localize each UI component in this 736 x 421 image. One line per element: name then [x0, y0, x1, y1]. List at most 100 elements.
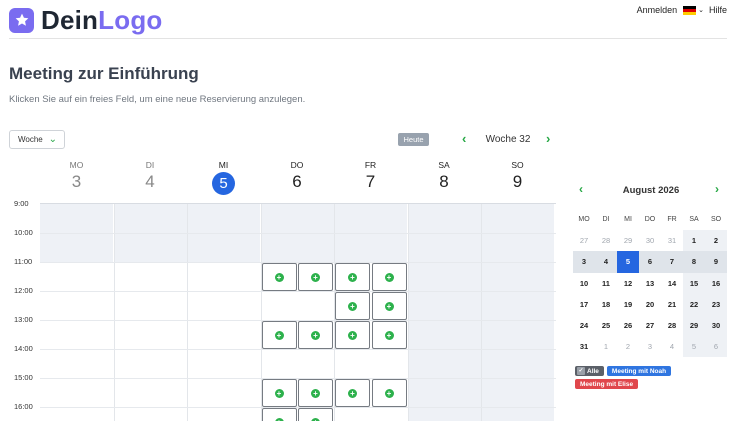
mini-calendar-day[interactable]: 22	[683, 293, 705, 315]
mini-calendar-week: 10 11 12 13 14 15 16	[573, 272, 729, 294]
next-month-button[interactable]: ›	[715, 182, 719, 196]
view-select[interactable]: Woche ⌄	[9, 130, 65, 149]
filter-all[interactable]: ✓ Alle	[575, 366, 604, 376]
mini-calendar-day[interactable]: 29	[617, 230, 639, 251]
next-week-button[interactable]: ›	[546, 130, 550, 148]
mini-calendar-day[interactable]: 6	[705, 336, 727, 358]
filter-noah[interactable]: Meeting mit Noah	[606, 366, 672, 376]
mini-calendar-day[interactable]: 16	[705, 272, 727, 294]
free-slot[interactable]: +	[335, 263, 370, 291]
logo[interactable]: DeinLogo	[9, 6, 162, 34]
filter-all-label: Alle	[587, 367, 599, 375]
mini-calendar-day-selected[interactable]: 5	[617, 251, 639, 273]
free-slot[interactable]: +	[298, 379, 333, 407]
mini-calendar: ‹ August 2026 › MO DI MI DO FR SA SO 27 28 29 30 31…	[573, 181, 729, 358]
mini-calendar-day[interactable]: 7	[661, 251, 683, 273]
mini-calendar-day[interactable]: 24	[573, 315, 595, 336]
column-background	[40, 204, 113, 421]
mini-calendar-day[interactable]: 2	[617, 336, 639, 357]
free-slot[interactable]: +	[261, 408, 297, 421]
flag-de-icon[interactable]	[683, 5, 697, 15]
free-slot[interactable]: +	[298, 321, 333, 349]
mini-calendar-day[interactable]: 9	[705, 251, 727, 273]
mini-calendar-week: 31 1 2 3 4 5 6	[573, 336, 729, 358]
weekday-label: DO	[644, 216, 656, 224]
time-label: 16:00	[14, 402, 33, 411]
free-slot[interactable]: +	[371, 263, 407, 291]
hour-line	[40, 233, 556, 234]
mini-calendar-day[interactable]: 25	[595, 315, 617, 336]
mini-calendar-day[interactable]: 15	[683, 272, 705, 294]
week-label: Woche 32	[485, 134, 531, 145]
mini-calendar-day[interactable]: 4	[595, 251, 617, 273]
free-slot[interactable]: +	[261, 263, 297, 291]
add-icon: +	[274, 272, 284, 282]
day-header-sa: SA 8	[408, 155, 481, 192]
mini-calendar-day[interactable]: 14	[661, 273, 683, 294]
mini-calendar-day[interactable]: 4	[661, 336, 683, 357]
mini-calendar-day[interactable]: 21	[661, 294, 683, 315]
mini-calendar-day[interactable]: 18	[595, 294, 617, 315]
free-slot[interactable]: +	[371, 321, 407, 349]
mini-calendar-day[interactable]: 2	[705, 230, 727, 252]
mini-calendar-day[interactable]: 3	[639, 336, 661, 357]
mini-calendar-day[interactable]: 29	[683, 314, 705, 337]
add-icon: +	[274, 417, 284, 421]
free-slot[interactable]: +	[298, 263, 333, 291]
add-icon: +	[311, 388, 320, 398]
mini-calendar-day[interactable]: 8	[683, 251, 705, 273]
mini-calendar-day[interactable]: 3	[573, 251, 595, 273]
mini-calendar-day[interactable]: 30	[705, 314, 727, 337]
mini-calendar-day[interactable]: 30	[639, 230, 661, 251]
mini-calendar-day[interactable]: 28	[595, 230, 617, 251]
mini-calendar-day[interactable]: 28	[661, 315, 683, 336]
free-slot[interactable]: +	[335, 292, 370, 320]
free-slot[interactable]: +	[261, 379, 297, 407]
free-slot[interactable]: +	[335, 379, 370, 407]
logo-text: DeinLogo	[41, 6, 162, 34]
mini-calendar-day[interactable]: 1	[595, 336, 617, 357]
mini-calendar-day[interactable]: 19	[617, 294, 639, 315]
mini-calendar-day[interactable]: 17	[573, 294, 595, 315]
add-icon: +	[384, 272, 394, 282]
week-calendar: MO 3 DI 4 MI 5 DO 6 FR 7 SA 8 SO 9 + + + + + + + + + + + + + + + + 9:…	[0, 155, 560, 421]
mini-calendar-day[interactable]: 20	[639, 294, 661, 315]
day-number: 4	[145, 172, 155, 191]
time-label: 13:00	[14, 315, 33, 324]
mini-calendar-day[interactable]: 26	[617, 315, 639, 336]
mini-calendar-day[interactable]: 13	[639, 273, 661, 294]
mini-calendar-day[interactable]: 10	[573, 273, 595, 294]
help-link[interactable]: Hilfe	[709, 5, 727, 15]
free-slot[interactable]: +	[261, 321, 297, 349]
mini-calendar-day[interactable]: 6	[639, 251, 661, 273]
filter-elise[interactable]: Meeting mit Elise	[575, 379, 639, 389]
mini-calendar-day[interactable]: 31	[573, 336, 595, 357]
day-number: 8	[439, 172, 449, 191]
time-label: 15:00	[14, 373, 33, 382]
column-background	[407, 204, 481, 421]
free-slot[interactable]: +	[371, 379, 407, 407]
column-divider	[187, 204, 188, 421]
mini-calendar-day[interactable]: 23	[705, 293, 727, 315]
page-subtitle: Klicken Sie auf ein freies Feld, um eine…	[9, 94, 306, 105]
free-slot[interactable]: +	[335, 321, 370, 349]
mini-calendar-day[interactable]: 31	[661, 230, 683, 251]
today-button[interactable]: Heute	[398, 133, 429, 146]
time-grid: + + + + + + + + + + + + + + + +	[40, 203, 556, 421]
login-link[interactable]: Anmelden	[637, 5, 678, 15]
day-number: 3	[71, 172, 82, 191]
mini-calendar-day[interactable]: 1	[683, 230, 705, 252]
mini-calendar-day[interactable]: 12	[617, 273, 639, 294]
chevron-down-icon[interactable]: ⌄	[698, 6, 704, 14]
mini-calendar-day[interactable]: 27	[639, 315, 661, 336]
mini-calendar-day[interactable]: 11	[595, 273, 617, 294]
view-select-value: Woche	[18, 135, 43, 144]
day-name: MO	[69, 160, 84, 170]
mini-calendar-day[interactable]: 27	[573, 230, 595, 251]
hour-line	[40, 349, 556, 350]
prev-week-button[interactable]: ‹	[462, 130, 466, 148]
day-header-do: DO 6	[261, 155, 334, 192]
free-slot[interactable]: +	[371, 292, 407, 320]
mini-calendar-day[interactable]: 5	[683, 336, 705, 358]
free-slot[interactable]: +	[298, 408, 333, 421]
